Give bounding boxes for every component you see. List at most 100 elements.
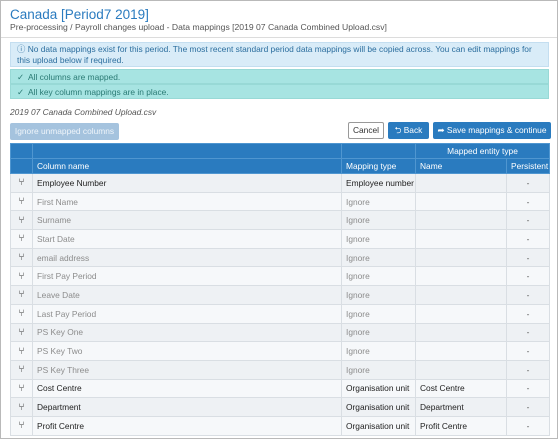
page-title: Canada [Period7 2019] — [10, 7, 149, 22]
table-row[interactable]: ⑂ First Pay Period Ignore - — [10, 266, 550, 287]
entity-name-cell — [415, 210, 507, 231]
persistent-cell: - — [506, 397, 550, 417]
branch-icon[interactable]: ⑂ — [10, 285, 33, 305]
mappings-table: Mapped entity type Column name Mapping t… — [10, 143, 550, 436]
success-alert-columns: ✓ All columns are mapped. — [10, 69, 549, 84]
entity-name-cell — [415, 285, 507, 305]
branch-icon[interactable]: ⑂ — [10, 397, 33, 417]
mapping-type-cell[interactable]: Ignore — [341, 303, 416, 324]
mapping-type-cell[interactable]: Employee number — [341, 173, 416, 193]
persistent-cell: - — [506, 173, 550, 193]
back-arrow-icon: ⮌ — [394, 125, 404, 135]
dialog-header: Canada [Period7 2019] Pre-processing / P… — [1, 1, 557, 38]
header-blank — [341, 143, 416, 159]
persistent-cell: - — [506, 322, 550, 343]
mapping-type-cell[interactable]: Ignore — [341, 266, 416, 287]
persistent-cell: - — [506, 229, 550, 249]
cancel-button[interactable]: Cancel — [348, 122, 384, 139]
mapping-type-cell[interactable]: Ignore — [341, 285, 416, 305]
branch-icon[interactable]: ⑂ — [10, 247, 33, 268]
header-mapped-entity-type: Mapped entity type — [415, 143, 550, 159]
save-label: Save mappings & continue — [446, 125, 547, 135]
branch-icon[interactable]: ⑂ — [10, 229, 33, 249]
branch-icon[interactable]: ⑂ — [10, 415, 33, 436]
mapping-type-cell[interactable]: Organisation unit — [341, 397, 416, 417]
branch-icon[interactable]: ⑂ — [10, 322, 33, 343]
column-name-cell: Leave Date — [32, 285, 342, 305]
column-name-cell: PS Key Two — [32, 341, 342, 361]
persistent-cell: - — [506, 341, 550, 361]
mapping-type-cell[interactable]: Organisation unit — [341, 415, 416, 436]
mapping-type-cell[interactable]: Ignore — [341, 229, 416, 249]
persistent-cell: - — [506, 378, 550, 399]
back-button[interactable]: ⮌ Back — [388, 122, 429, 139]
ignore-unmapped-button[interactable]: Ignore unmapped columns — [10, 123, 119, 140]
table-row[interactable]: ⑂ Employee Number Employee number - — [10, 173, 550, 193]
success-message: All columns are mapped. — [28, 72, 121, 82]
table-row[interactable]: ⑂ Surname Ignore - — [10, 210, 550, 231]
header-icon-col — [10, 158, 33, 174]
table-row[interactable]: ⑂ Cost Centre Organisation unit Cost Centre… — [10, 378, 550, 399]
table-row[interactable]: ⑂ PS Key Three Ignore - — [10, 359, 550, 380]
branch-icon[interactable]: ⑂ — [10, 191, 33, 212]
entity-name-cell — [415, 229, 507, 249]
header-name: Name — [415, 158, 507, 174]
entity-name-cell — [415, 191, 507, 212]
entity-name-cell: Department — [415, 397, 507, 417]
entity-name-cell — [415, 303, 507, 324]
table-row[interactable]: ⑂ Profit Centre Organisation unit Profit Ce… — [10, 415, 550, 436]
table-row[interactable]: ⑂ First Name Ignore - — [10, 191, 550, 212]
column-name-cell: First Pay Period — [32, 266, 342, 287]
persistent-cell: - — [506, 191, 550, 212]
column-name-cell: Cost Centre — [32, 378, 342, 399]
success-alert-keys: ✓ All key column mappings are in place. — [10, 84, 549, 99]
column-name-cell: Last Pay Period — [32, 303, 342, 324]
file-name: 2019 07 Canada Combined Upload.csv — [10, 107, 157, 117]
check-icon: ✓ — [17, 72, 25, 82]
breadcrumb: Pre-processing / Payroll changes upload … — [10, 22, 387, 32]
header-icon-col — [10, 143, 33, 159]
branch-icon[interactable]: ⑂ — [10, 266, 33, 287]
mapping-type-cell[interactable]: Ignore — [341, 359, 416, 380]
table-row[interactable]: ⑂ PS Key Two Ignore - — [10, 341, 550, 361]
mapping-type-cell[interactable]: Ignore — [341, 210, 416, 231]
branch-icon[interactable]: ⑂ — [10, 210, 33, 231]
persistent-cell: - — [506, 303, 550, 324]
entity-name-cell: Profit Centre — [415, 415, 507, 436]
entity-name-cell: Cost Centre — [415, 378, 507, 399]
column-name-cell: PS Key One — [32, 322, 342, 343]
persistent-cell: - — [506, 266, 550, 287]
mapping-type-cell[interactable]: Ignore — [341, 322, 416, 343]
column-name-cell: Profit Centre — [32, 415, 342, 436]
mapping-type-cell[interactable]: Organisation unit — [341, 378, 416, 399]
mapping-type-cell[interactable]: Ignore — [341, 341, 416, 361]
entity-name-cell — [415, 266, 507, 287]
branch-icon[interactable]: ⑂ — [10, 303, 33, 324]
dialog-window: Canada [Period7 2019] Pre-processing / P… — [0, 0, 558, 439]
column-name-cell: PS Key Three — [32, 359, 342, 380]
column-name-cell: email address — [32, 247, 342, 268]
branch-icon[interactable]: ⑂ — [10, 341, 33, 361]
table-row[interactable]: ⑂ Start Date Ignore - — [10, 229, 550, 249]
save-mappings-button[interactable]: ➦ Save mappings & continue — [433, 122, 551, 139]
check-icon: ✓ — [17, 87, 25, 97]
table-row[interactable]: ⑂ PS Key One Ignore - — [10, 322, 550, 343]
persistent-cell: - — [506, 359, 550, 380]
branch-icon[interactable]: ⑂ — [10, 378, 33, 399]
persistent-cell: - — [506, 285, 550, 305]
column-name-cell: Employee Number — [32, 173, 342, 193]
table-row[interactable]: ⑂ Department Organisation unit Department - — [10, 397, 550, 417]
table-row[interactable]: ⑂ Last Pay Period Ignore - — [10, 303, 550, 324]
mapping-type-cell[interactable]: Ignore — [341, 191, 416, 212]
persistent-cell: - — [506, 415, 550, 436]
back-label: Back — [403, 125, 423, 135]
persistent-cell: - — [506, 247, 550, 268]
column-name-cell: First Name — [32, 191, 342, 212]
table-row[interactable]: ⑂ email address Ignore - — [10, 247, 550, 268]
table-row[interactable]: ⑂ Leave Date Ignore - — [10, 285, 550, 305]
header-persistent: Persistent — [506, 158, 550, 174]
branch-icon[interactable]: ⑂ — [10, 359, 33, 380]
branch-icon[interactable]: ⑂ — [10, 173, 33, 193]
persistent-cell: - — [506, 210, 550, 231]
mapping-type-cell[interactable]: Ignore — [341, 247, 416, 268]
